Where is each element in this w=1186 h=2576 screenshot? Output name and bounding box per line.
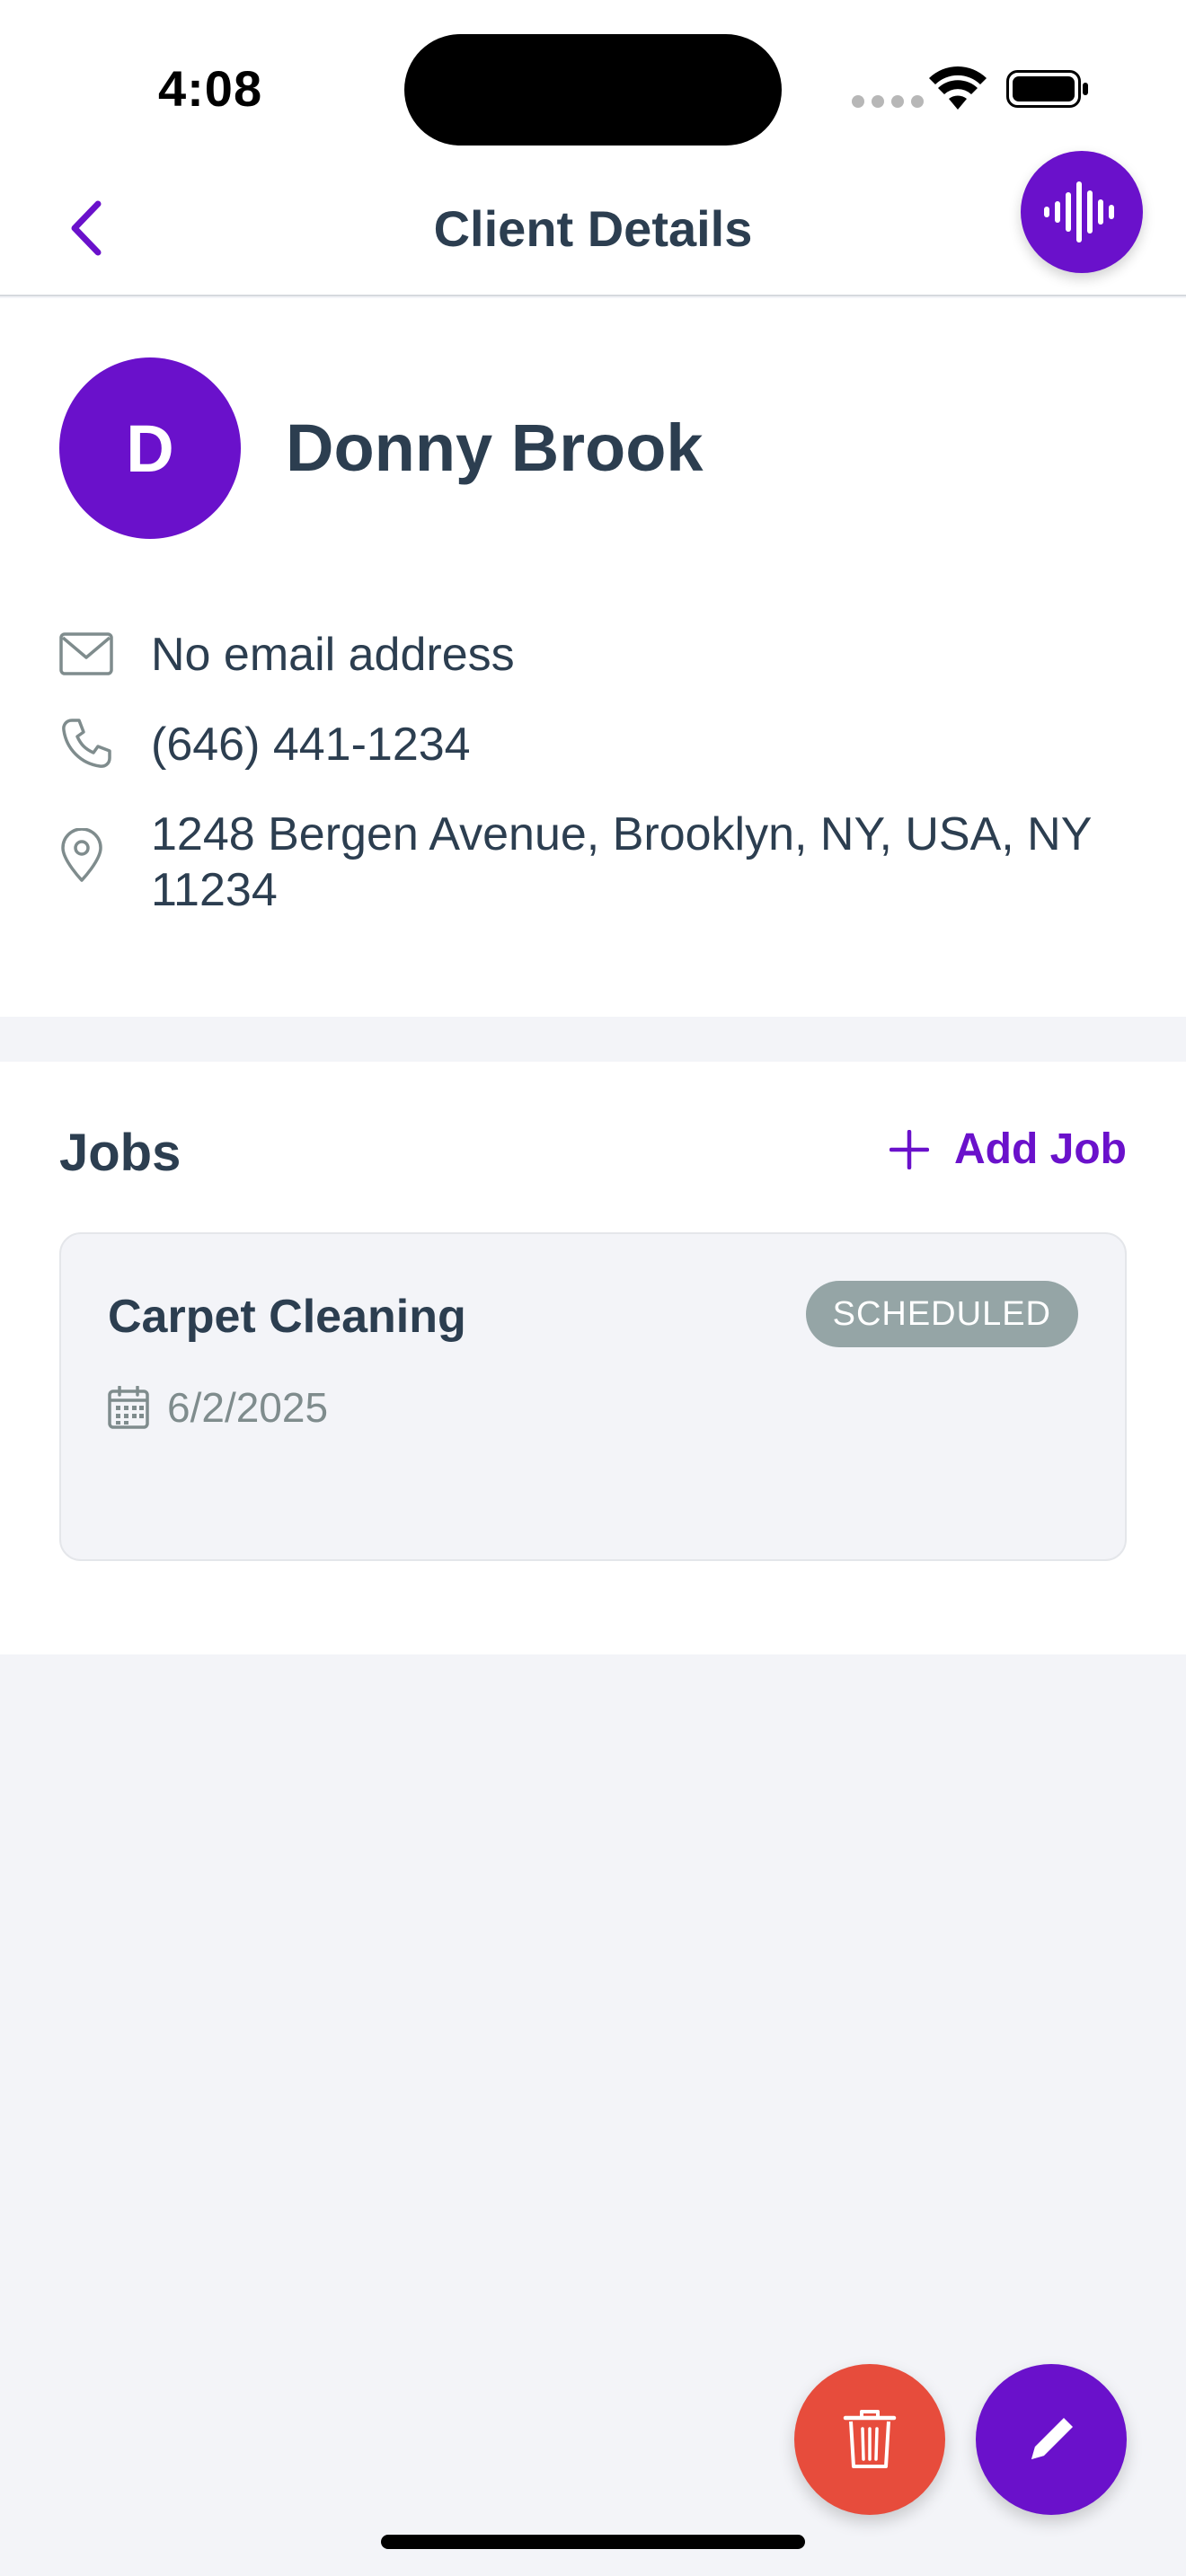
address-row[interactable]: 1248 Bergen Avenue, Brooklyn, NY, USA, N…	[59, 807, 1186, 918]
pencil-icon	[1031, 2418, 1073, 2459]
jobs-title: Jobs	[59, 1124, 181, 1182]
client-address: 1248 Bergen Avenue, Brooklyn, NY, USA, N…	[151, 808, 1092, 916]
status-time: 4:08	[158, 60, 263, 117]
audio-wave-icon	[1044, 181, 1114, 243]
dynamic-island	[404, 34, 782, 146]
edit-client-button[interactable]	[976, 2364, 1127, 2515]
calendar-icon	[108, 1386, 149, 1429]
job-name: Carpet Cleaning	[108, 1291, 466, 1343]
phone-icon	[62, 719, 111, 768]
map-pin-icon	[61, 828, 102, 882]
client-card: D Donny Brook No email address (646) 441…	[0, 298, 1186, 1017]
delete-client-button[interactable]	[794, 2364, 945, 2515]
home-indicator	[381, 2535, 805, 2549]
page-title: Client Details	[433, 200, 753, 257]
client-name: Donny Brook	[286, 410, 704, 485]
phone-row[interactable]: (646) 441-1234	[59, 717, 1186, 772]
email-row[interactable]: No email address	[59, 627, 1186, 683]
trash-icon	[843, 2410, 897, 2468]
job-item[interactable]: Carpet Cleaning SCHEDULED 6/2/2025	[59, 1232, 1127, 1561]
status-badge: SCHEDULED	[805, 1281, 1078, 1347]
wifi-icon	[929, 66, 987, 110]
top-bar: 4:08 Client Details	[0, 0, 1186, 296]
job-date-row: 6/2/2025	[108, 1383, 328, 1432]
jobs-section: Jobs Add Job Carpet Cleaning SCHEDULED 6…	[0, 1062, 1186, 1654]
plus-icon	[890, 1129, 930, 1169]
envelope-icon	[59, 632, 113, 675]
voice-assistant-button[interactable]	[1021, 151, 1143, 273]
add-job-button[interactable]: Add Job	[890, 1125, 1127, 1174]
cellular-signal-icon	[852, 95, 924, 108]
client-phone: (646) 441-1234	[151, 719, 471, 771]
client-email: No email address	[151, 629, 515, 681]
job-date: 6/2/2025	[167, 1384, 329, 1431]
battery-icon	[1006, 70, 1088, 108]
add-job-label: Add Job	[954, 1125, 1127, 1173]
avatar: D	[59, 357, 241, 539]
